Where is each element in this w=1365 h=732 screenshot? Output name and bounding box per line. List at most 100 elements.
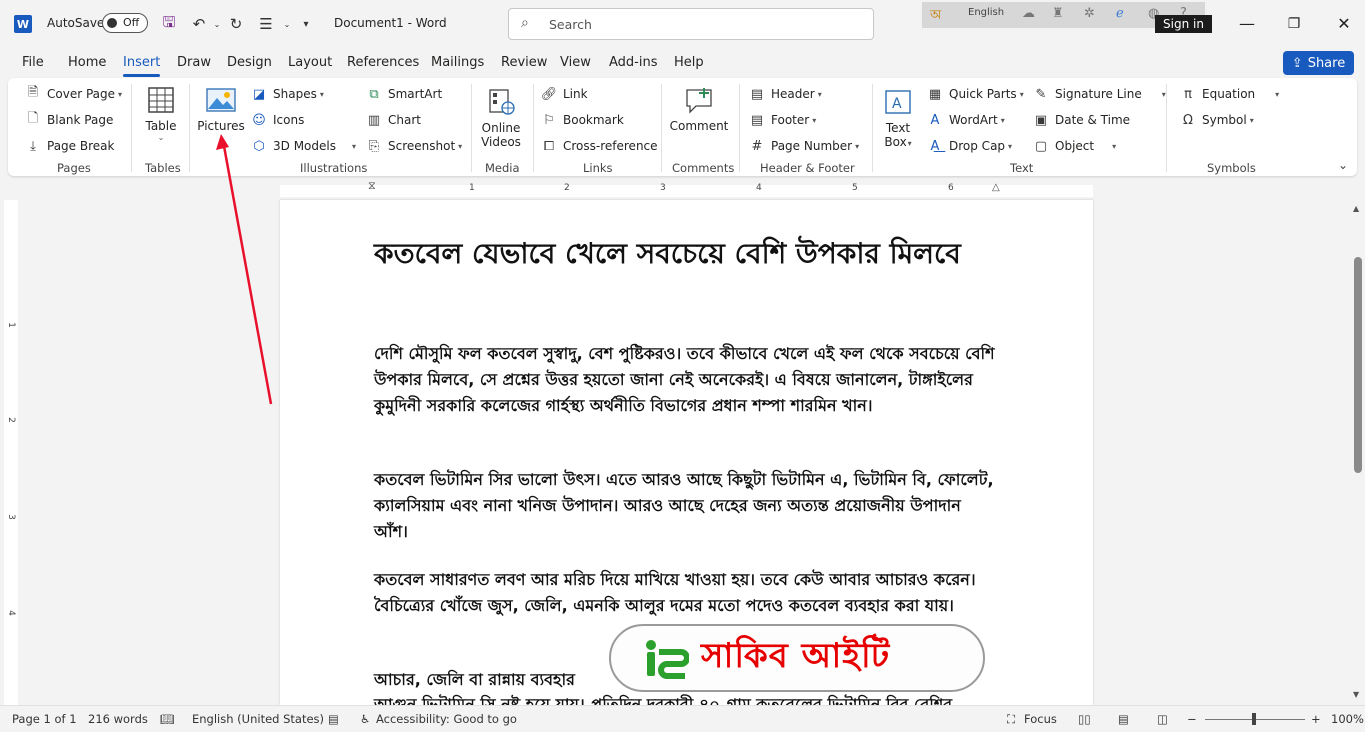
tab-view[interactable]: View — [560, 55, 591, 70]
read-mode-icon[interactable]: ▯▯ — [1078, 712, 1091, 726]
search-icon: ⌕ — [521, 15, 529, 31]
paragraph[interactable]: আগুন ভিটামিন সি নষ্ট হয়ে যায়। প্রতিদিন… — [374, 692, 999, 705]
sign-in-button[interactable]: Sign in — [1155, 15, 1212, 33]
scroll-up-icon[interactable]: ▲ — [1353, 204, 1359, 213]
web-layout-icon[interactable]: ◫ — [1157, 712, 1168, 726]
tab-design[interactable]: Design — [227, 55, 272, 70]
undo-dropdown-icon[interactable]: ⌄ — [207, 14, 227, 34]
group-label-text: Text — [1010, 161, 1034, 175]
bullets-dropdown-icon[interactable]: ⌄ — [277, 14, 297, 34]
print-layout-icon[interactable]: ▤ — [1118, 712, 1129, 726]
comment-button[interactable]: Comment — [668, 84, 730, 133]
close-icon[interactable]: ✕ — [1332, 12, 1356, 36]
scroll-thumb[interactable] — [1354, 257, 1362, 473]
page-count[interactable]: Page 1 of 1 — [12, 712, 77, 726]
share-button[interactable]: ⇪ Share — [1283, 51, 1354, 75]
language-status[interactable]: English (United States) — [192, 712, 324, 726]
symbol-button[interactable]: Ω Symbol ▾ — [1180, 112, 1254, 128]
cover-page-button[interactable]: 🗎 Cover Page ▾ — [25, 85, 122, 102]
icons-button[interactable]: ☺ Icons — [251, 112, 304, 128]
header-button[interactable]: ▤ Header ▾ — [749, 86, 822, 102]
tab-home[interactable]: Home — [68, 55, 106, 70]
document-heading[interactable]: কতবেল যেভাবে খেলে সবচেয়ে বেশি উপকার মিল… — [374, 232, 974, 276]
autosave-toggle[interactable]: Off — [102, 13, 148, 33]
share-icon: ⇪ — [1291, 55, 1303, 71]
language-indicator[interactable]: English — [968, 7, 1004, 18]
group-divider — [661, 84, 662, 172]
chart-button[interactable]: ▥ Chart — [366, 112, 421, 128]
paragraph[interactable]: দেশি মৌসুমি ফল কতবেল সুস্বাদু, বেশ পুষ্ট… — [374, 341, 999, 419]
screenshot-button[interactable]: ⎘ Screenshot ▾ — [366, 138, 462, 154]
share-label: Share — [1307, 55, 1346, 71]
shapes-button[interactable]: ◪ Shapes ▾ — [251, 86, 324, 102]
cross-reference-button[interactable]: ⧠ Cross-reference — [541, 138, 658, 154]
bookmark-button[interactable]: ⚐ Bookmark — [541, 112, 624, 128]
text-box-button[interactable]: A Text Box ▾ — [879, 86, 917, 149]
drop-cap-label: Drop Cap — [949, 139, 1006, 153]
drop-cap-button[interactable]: A͟ Drop Cap ▾ — [927, 138, 1013, 154]
accessibility-status[interactable]: Accessibility: Good to go — [376, 712, 517, 726]
zoom-level[interactable]: 100% — [1331, 712, 1364, 726]
tab-insert[interactable]: Insert — [123, 55, 161, 77]
group-label-pages: Pages — [57, 161, 91, 175]
smartart-icon: ⧉ — [369, 86, 379, 102]
quick-parts-button[interactable]: ▦ Quick Parts ▾ — [927, 86, 1024, 102]
document-page[interactable]: কতবেল যেভাবে খেলে সবচেয়ে বেশি উপকার মিল… — [280, 200, 1093, 705]
vertical-scrollbar[interactable]: ▲ ▼ — [1351, 200, 1365, 705]
paragraph[interactable]: কতবেল সাধারণত লবণ আর মরিচ দিয়ে মাখিয়ে … — [374, 567, 999, 619]
equation-label: Equation — [1202, 87, 1256, 101]
table-button[interactable]: Table ⌄ — [142, 84, 180, 142]
bullets-icon[interactable]: ☰ — [256, 14, 276, 34]
cover-page-label: Cover Page — [47, 87, 116, 101]
link-button[interactable]: 🔗︎ Link — [541, 86, 588, 102]
insert-ribbon: 🗎 Cover Page ▾ 🗋 Blank Page ⤓ Page Break … — [8, 78, 1357, 176]
comment-icon — [683, 84, 715, 116]
document-title: Document1 - Word — [334, 16, 447, 30]
collapse-ribbon-icon[interactable]: ⌄ — [1338, 158, 1348, 172]
footer-button[interactable]: ▤ Footer ▾ — [749, 112, 816, 128]
smartart-button[interactable]: ⧉ SmartArt — [366, 86, 442, 102]
tab-draw[interactable]: Draw — [177, 55, 211, 70]
group-divider — [471, 84, 472, 172]
3d-models-button[interactable]: ⬡ 3D Models ▾ — [251, 138, 356, 154]
online-videos-button[interactable]: Online Videos — [478, 86, 524, 149]
page-number-button[interactable]: # Page Number ▾ — [749, 138, 860, 154]
equation-button[interactable]: π Equation ▾ — [1180, 86, 1279, 102]
scroll-down-icon[interactable]: ▼ — [1353, 690, 1359, 699]
right-indent-marker-icon[interactable]: △ — [992, 182, 1000, 193]
object-button[interactable]: ▢ Object ▾ — [1033, 138, 1116, 154]
pictures-button[interactable]: Pictures — [196, 84, 246, 133]
zoom-in-icon[interactable]: + — [1311, 712, 1321, 726]
keyboard-layout-icon[interactable]: অ — [930, 6, 941, 27]
save-icon[interactable]: 🖫 — [159, 13, 179, 34]
tab-review[interactable]: Review — [501, 55, 547, 70]
track-changes-icon[interactable]: ▤ — [328, 712, 339, 726]
proofing-icon[interactable]: 📖︎ — [160, 712, 175, 726]
focus-mode[interactable]: Focus — [1024, 712, 1057, 726]
redo-icon[interactable]: ↻ — [226, 14, 246, 34]
customize-toolbar-icon[interactable]: ▾ — [296, 14, 316, 34]
horizontal-ruler[interactable]: 1 2 3 4 5 6 ⧖ △ — [0, 179, 1365, 200]
paragraph[interactable]: কতবেল ভিটামিন সির ভালো উৎস। এতে আরও আছে … — [374, 467, 999, 545]
wordart-button[interactable]: A WordArt ▾ — [927, 112, 1005, 128]
zoom-slider-thumb[interactable] — [1252, 713, 1256, 725]
tab-layout[interactable]: Layout — [288, 55, 332, 70]
tab-references[interactable]: References — [347, 55, 419, 70]
undo-icon[interactable]: ↶ — [189, 14, 209, 34]
tab-file[interactable]: File — [22, 55, 44, 70]
date-time-button[interactable]: ▣ Date & Time — [1033, 112, 1130, 128]
ruler-strip — [280, 185, 1093, 197]
word-count[interactable]: 216 words — [88, 712, 148, 726]
minimize-icon[interactable]: — — [1235, 12, 1259, 36]
page-break-button[interactable]: ⤓ Page Break — [25, 138, 114, 154]
tab-add-ins[interactable]: Add-ins — [609, 55, 657, 70]
zoom-out-icon[interactable]: − — [1187, 712, 1197, 726]
tab-mailings[interactable]: Mailings — [431, 55, 484, 70]
signature-line-button[interactable]: ✎ Signature Line ▾ — [1033, 86, 1166, 102]
wordart-label: WordArt — [949, 113, 998, 127]
tab-help[interactable]: Help — [674, 55, 704, 70]
search-box[interactable]: ⌕ Search — [508, 8, 874, 40]
restore-icon[interactable]: ❐ — [1282, 12, 1306, 36]
indent-marker-icon[interactable]: ⧖ — [368, 179, 376, 193]
blank-page-button[interactable]: 🗋 Blank Page — [25, 111, 114, 128]
